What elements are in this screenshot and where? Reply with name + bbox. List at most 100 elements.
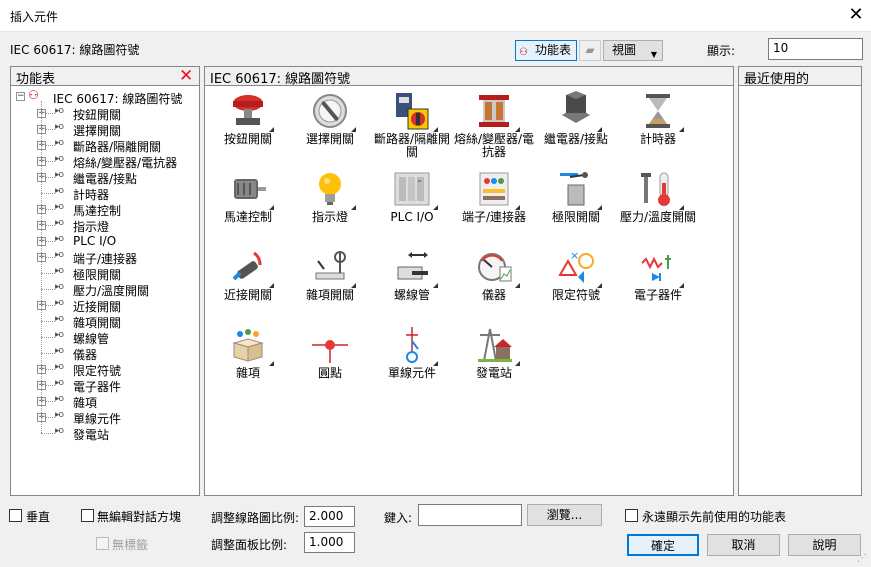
tree-item[interactable]: ▸o 壓力/溫度開關 (11, 281, 197, 298)
symbol-tile[interactable]: 發電站 (453, 325, 535, 405)
proximity-icon (228, 247, 268, 287)
power-station-icon (474, 325, 514, 365)
tree-connector (41, 337, 55, 338)
submenu-indicator-icon (351, 205, 356, 210)
symbol-tile[interactable]: 雜項 (207, 325, 289, 405)
symbol-tile[interactable]: 近接開關 (207, 247, 289, 327)
tree-connector (41, 193, 55, 194)
symbol-tile[interactable]: 繼電器/接點 (535, 91, 617, 171)
menu-tree-title: 功能表 (16, 72, 56, 87)
tree-node-icon: ▸o (55, 250, 64, 260)
tree-item[interactable]: ▸o 發電站 (11, 425, 197, 442)
symbol-tile-label: 雜項 (235, 366, 260, 380)
qualifier-icon: × (556, 247, 596, 287)
always-show-checkbox[interactable] (625, 509, 638, 522)
symbol-tile[interactable]: 雜項開關 (289, 247, 371, 327)
symbol-tile-label: PLC I/O (390, 210, 434, 224)
tree-node-icon: ▸o (55, 410, 64, 420)
scale-input[interactable]: 2.000 (304, 506, 355, 527)
browse-button[interactable]: 瀏覽... (527, 504, 602, 526)
ok-button[interactable]: 確定 (627, 534, 699, 556)
tree-connector (41, 321, 55, 322)
tree-item[interactable]: + ▸o 按鈕開關 (11, 105, 197, 122)
tree-item[interactable]: + ▸o 選擇開關 (11, 121, 197, 138)
panel-scale-input[interactable]: 1.000 (304, 532, 355, 553)
symbol-tile-label: 儀器 (481, 288, 506, 302)
tree-item[interactable]: + ▸o 端子/連接器 (11, 249, 197, 266)
no-edit-dialog-label: 無編輯對話方塊 (97, 510, 182, 524)
symbol-tile[interactable]: 按鈕開關 (207, 91, 289, 171)
no-tag-checkbox[interactable] (96, 537, 109, 550)
tree-node-icon: ▸o (55, 362, 64, 372)
tree-item[interactable]: ▸o 螺線管 (11, 329, 197, 346)
tree-item[interactable]: + ▸o 指示燈 (11, 217, 197, 234)
tree-item[interactable]: + ▸o PLC I/O (11, 233, 197, 249)
tree-item[interactable]: + ▸o 雜項 (11, 393, 197, 410)
symbol-tile[interactable]: 馬達控制 (207, 169, 289, 249)
symbol-tile[interactable]: 端子/連接器 (453, 169, 535, 249)
delete-icon[interactable]: ✕ (179, 68, 193, 85)
resize-grip-icon[interactable]: ⋰ (857, 553, 869, 565)
electronics-icon (638, 247, 678, 287)
symbol-tile[interactable]: 選擇開關 (289, 91, 371, 171)
view-button[interactable]: 視圖 ▼ (603, 40, 663, 61)
symbol-tile[interactable]: 儀器 (453, 247, 535, 327)
tree-item[interactable]: + ▸o 馬達控制 (11, 201, 197, 218)
symbol-tile[interactable]: 極限開關 (535, 169, 617, 249)
tree-item[interactable]: + ▸o 電子器件 (11, 377, 197, 394)
symbol-tile-label: 馬達控制 (223, 210, 272, 224)
symbol-tile[interactable]: PLC I/O (371, 169, 453, 249)
tree-node-icon: ▸o (55, 106, 64, 116)
help-button[interactable]: 說明 (788, 534, 861, 556)
tree-connector (41, 433, 55, 434)
menu-tree-panel: 功能表 ✕ − ⚇ IEC 60617: 線路圖符號 + ▸o 按鈕開關 + ▸o 選擇開關 + ▸… (10, 66, 200, 496)
tree-item[interactable]: ▸o 雜項開關 (11, 313, 197, 330)
vertical-checkbox[interactable] (9, 509, 22, 522)
symbol-tile[interactable]: 電子器件 (617, 247, 699, 327)
tree-item[interactable]: + ▸o 斷路器/隔離開關 (11, 137, 197, 154)
symbol-tile[interactable]: 螺線管 (371, 247, 453, 327)
tree-item[interactable]: ▸o 極限開關 (11, 265, 197, 282)
tree-item[interactable]: + ▸o 熔絲/變壓器/電抗器 (11, 153, 197, 170)
tree-node-icon: ▸o (55, 394, 64, 404)
tree-item[interactable]: + ▸o 繼電器/接點 (11, 169, 197, 186)
symbol-tile-label: 端子/連接器 (461, 210, 527, 224)
up-folder-button[interactable]: ▰ (579, 40, 601, 61)
symbol-tile-label: 按鈕開關 (223, 132, 272, 146)
display-count-input[interactable]: 10 (768, 38, 863, 60)
tree-item[interactable]: + ▸o 限定符號 (11, 361, 197, 378)
one-line-icon (392, 325, 432, 365)
cancel-label: 取消 (731, 538, 756, 552)
symbol-tile[interactable]: 單線元件 (371, 325, 453, 405)
symbol-tile[interactable]: 斷路器/隔離開關 (371, 91, 453, 171)
tree-item[interactable]: ▸o 儀器 (11, 345, 197, 362)
recent-title: 最近使用的 (744, 72, 810, 87)
symbol-tile[interactable]: 圓點 (289, 325, 371, 405)
tree-collapse-icon[interactable]: − (16, 92, 25, 101)
symbol-tile[interactable]: 熔絲/變壓器/電抗器 (453, 91, 535, 171)
symbol-tile-label: 繼電器/接點 (543, 132, 609, 146)
tree-connector (41, 273, 55, 274)
close-icon[interactable]: ✕ (845, 4, 867, 26)
tree-node-icon: ▸o (55, 138, 64, 148)
scale-label: 調整線路圖比例: (211, 511, 300, 525)
view-label: 視圖 (612, 43, 637, 57)
tree-node-icon: ▸o (55, 266, 64, 276)
lightbulb-icon (310, 169, 350, 209)
no-edit-dialog-checkbox[interactable] (81, 509, 94, 522)
symbol-tile[interactable]: 計時器 (617, 91, 699, 171)
pushbutton-icon (228, 91, 268, 131)
type-it-input[interactable] (418, 504, 522, 526)
symbol-tile-label: 壓力/溫度開關 (619, 210, 697, 224)
palette-menu-button[interactable]: ⚇ 功能表 (515, 40, 577, 61)
symbol-tile[interactable]: 指示燈 (289, 169, 371, 249)
misc-switch-icon (310, 247, 350, 287)
symbol-tile[interactable]: 壓力/溫度開關 (617, 169, 699, 249)
symbol-tile-label: 螺線管 (393, 288, 430, 302)
tree-item[interactable]: + ▸o 近接開關 (11, 297, 197, 314)
cancel-button[interactable]: 取消 (707, 534, 780, 556)
tree-item[interactable]: ▸o 計時器 (11, 185, 197, 202)
symbol-tile-label: 計時器 (639, 132, 676, 146)
tree-item[interactable]: + ▸o 單線元件 (11, 409, 197, 426)
symbol-tile[interactable]: × 限定符號 (535, 247, 617, 327)
